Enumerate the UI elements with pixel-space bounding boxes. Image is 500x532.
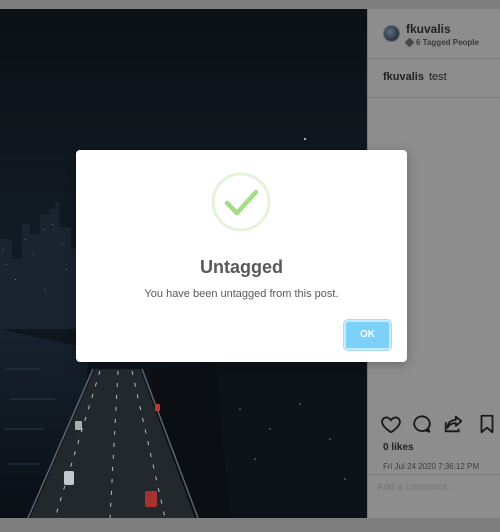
post-overlay-backdrop[interactable]: fkuvalis 6 Tagged People fkuvalis test 0… xyxy=(0,0,500,532)
comment-input[interactable] xyxy=(377,482,497,493)
ok-button[interactable]: OK xyxy=(344,320,391,350)
comment-icon[interactable] xyxy=(411,413,433,435)
caption-username[interactable]: fkuvalis xyxy=(383,71,424,83)
share-icon[interactable] xyxy=(443,413,465,435)
check-icon xyxy=(211,172,271,232)
caption: fkuvalis test xyxy=(383,71,447,83)
bottom-strip xyxy=(0,518,500,532)
likes-count[interactable]: 0 likes xyxy=(383,442,414,453)
post-header: fkuvalis 6 Tagged People xyxy=(368,9,500,59)
tagged-people-label: 6 Tagged People xyxy=(416,38,479,47)
post-date: Fri Jul 24 2020 7:36:12 PM xyxy=(383,462,480,471)
dialog-message: You have been untagged from this post. xyxy=(144,288,339,300)
top-strip xyxy=(0,0,500,9)
untagged-dialog: Untagged You have been untagged from thi… xyxy=(76,150,407,362)
divider xyxy=(368,97,500,98)
bookmark-icon[interactable] xyxy=(476,413,498,435)
tag-icon xyxy=(404,37,415,48)
avatar[interactable] xyxy=(383,25,400,42)
divider xyxy=(368,474,500,475)
heart-icon[interactable] xyxy=(380,413,402,435)
tagged-people-link[interactable]: 6 Tagged People xyxy=(404,37,479,48)
post-actions xyxy=(368,413,500,441)
caption-text: test xyxy=(428,71,447,83)
dialog-title: Untagged xyxy=(200,257,283,277)
post-username[interactable]: fkuvalis xyxy=(406,22,451,36)
